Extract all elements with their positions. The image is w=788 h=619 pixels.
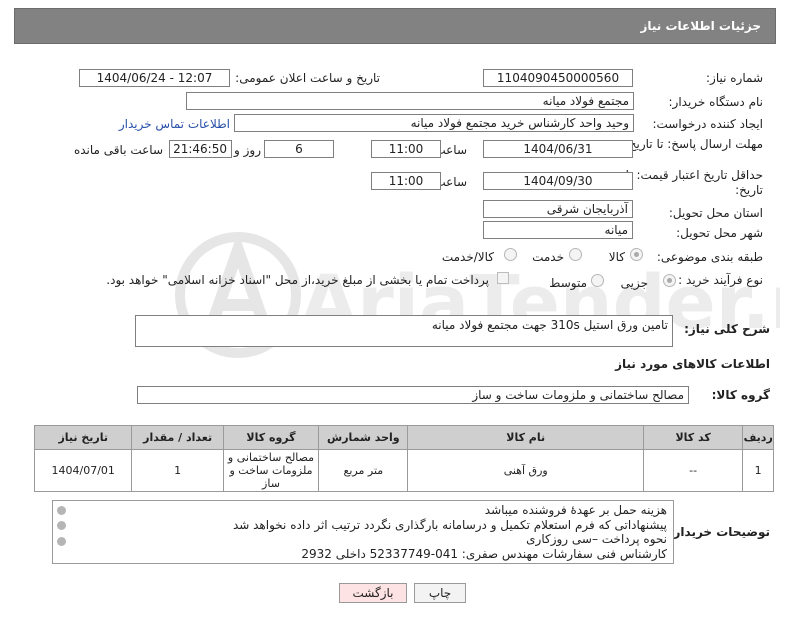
page-title: جزئیات اطلاعات نیاز	[640, 19, 761, 33]
days-label: روز و	[234, 143, 261, 157]
cell-unit: متر مربع	[318, 449, 409, 492]
category-option-service: خدمت	[532, 250, 564, 264]
col-quantity: تعداد / مقدار	[131, 425, 224, 450]
buyer-notes-textarea[interactable]: هزینه حمل بر عهدهٔ فروشنده میباشد پیشنها…	[52, 500, 674, 564]
price-deadline-label: حداقل تاریخ اعتبار قیمت: تا تاریخ:	[625, 168, 763, 197]
reply-deadline-label: مهلت ارسال پاسخ: تا تاریخ:	[624, 137, 763, 151]
process-radio-medium[interactable]	[591, 274, 604, 287]
note-line: پیشنهاداتی که فرم استعلام تکمیل و درساما…	[232, 517, 667, 532]
treasury-payment-checkbox[interactable]	[497, 272, 509, 284]
table-row: 1 -- ورق آهنی متر مربع مصالح ساختمانی و …	[33, 449, 774, 492]
process-option-minor: جزیی	[620, 276, 648, 290]
remaining-time-field: 21:46:50	[169, 140, 232, 158]
notes-scrollbar[interactable]	[54, 502, 68, 562]
goods-group-field: مصالح ساختمانی و ملزومات ساخت و ساز	[137, 386, 689, 404]
print-button[interactable]: چاپ	[414, 583, 466, 603]
city-field: میانه	[483, 221, 633, 239]
cell-group: مصالح ساختمانی و ملزومات ساخت و ساز	[222, 449, 320, 492]
price-time-field: 11:00	[371, 172, 441, 190]
goods-table-header: ردیف کد کالا نام کالا واحد شمارش گروه کا…	[33, 425, 774, 450]
category-option-goods: کالا	[608, 250, 625, 264]
reply-time-field: 11:00	[371, 140, 441, 158]
process-radio-minor[interactable]	[663, 274, 676, 287]
days-remaining-field: 6	[264, 140, 334, 158]
province-field: آذربایجان شرقی	[483, 200, 633, 218]
scroll-down-indicator[interactable]	[57, 537, 66, 546]
note-line: کارشناس فنی سفارشات مهندس صفری: 041-5233…	[301, 546, 667, 561]
cell-item-code: --	[642, 449, 744, 492]
col-unit: واحد شمارش	[318, 425, 409, 450]
note-line: هزینه حمل بر عهدهٔ فروشنده میباشد	[484, 503, 667, 517]
buyer-notes-label: توضیحات خریدار:	[668, 525, 770, 539]
category-option-goods-service: کالا/خدمت	[441, 250, 494, 264]
category-radio-service[interactable]	[569, 248, 582, 261]
goods-section-title: اطلاعات کالاهای مورد نیاز	[615, 357, 770, 371]
announce-field: 1404/06/24 - 12:07	[79, 69, 230, 87]
description-textarea[interactable]: تامین ورق استیل 310s جهت مجتمع فولاد میا…	[135, 315, 673, 347]
buyer-org-label: نام دستگاه خریدار:	[668, 95, 764, 109]
remaining-label: ساعت باقی مانده	[73, 143, 163, 157]
description-label: شرح کلی نیاز:	[684, 322, 770, 336]
header-bar: جزئیات اطلاعات نیاز	[14, 8, 776, 44]
reply-date-field: 1404/06/31	[483, 140, 633, 158]
process-option-medium: متوسط	[549, 276, 587, 290]
price-date-field: 1404/09/30	[483, 172, 633, 190]
announce-label: تاریخ و ساعت اعلان عمومی:	[235, 71, 380, 85]
cell-row-number: 1	[742, 449, 774, 492]
col-item-name: نام کالا	[407, 425, 644, 450]
goods-group-label: گروه کالا:	[711, 388, 770, 402]
cell-item-name: ورق آهنی	[407, 449, 644, 492]
cell-quantity: 1	[131, 449, 224, 492]
scroll-thumb[interactable]	[57, 521, 66, 530]
province-label: استان محل تحویل:	[668, 206, 763, 220]
buyer-contact-link[interactable]: اطلاعات تماس خریدار	[119, 117, 230, 131]
back-button[interactable]: بازگشت	[339, 583, 407, 603]
category-label: طبقه بندی موضوعی:	[656, 250, 763, 264]
category-radio-goods-service[interactable]	[504, 248, 517, 261]
requester-field: وحید واحد کارشناس خرید مجتمع فولاد میانه	[234, 114, 634, 132]
cell-need-date: 1404/07/01	[33, 449, 133, 492]
need-number-label: شماره نیاز:	[706, 71, 763, 85]
col-group: گروه کالا	[222, 425, 320, 450]
category-radio-goods[interactable]	[630, 248, 643, 261]
goods-table: ردیف کد کالا نام کالا واحد شمارش گروه کا…	[33, 425, 774, 492]
col-item-code: کد کالا	[642, 425, 744, 450]
buyer-org-field: مجتمع فولاد میانه	[186, 92, 634, 110]
treasury-payment-note: پرداخت تمام یا بخشی از مبلغ خرید،از محل …	[106, 273, 489, 287]
city-label: شهر محل تحویل:	[676, 226, 763, 240]
col-need-date: تاریخ نیاز	[33, 425, 133, 450]
note-line: نحوه پرداخت –سی روزکاری	[526, 532, 667, 546]
col-row-number: ردیف	[742, 425, 774, 450]
need-number-field: 1104090450000560	[483, 69, 633, 87]
scroll-up-indicator[interactable]	[57, 506, 66, 515]
process-type-label: نوع فرآیند خرید :	[678, 273, 763, 287]
requester-label: ایجاد کننده درخواست:	[652, 117, 763, 131]
